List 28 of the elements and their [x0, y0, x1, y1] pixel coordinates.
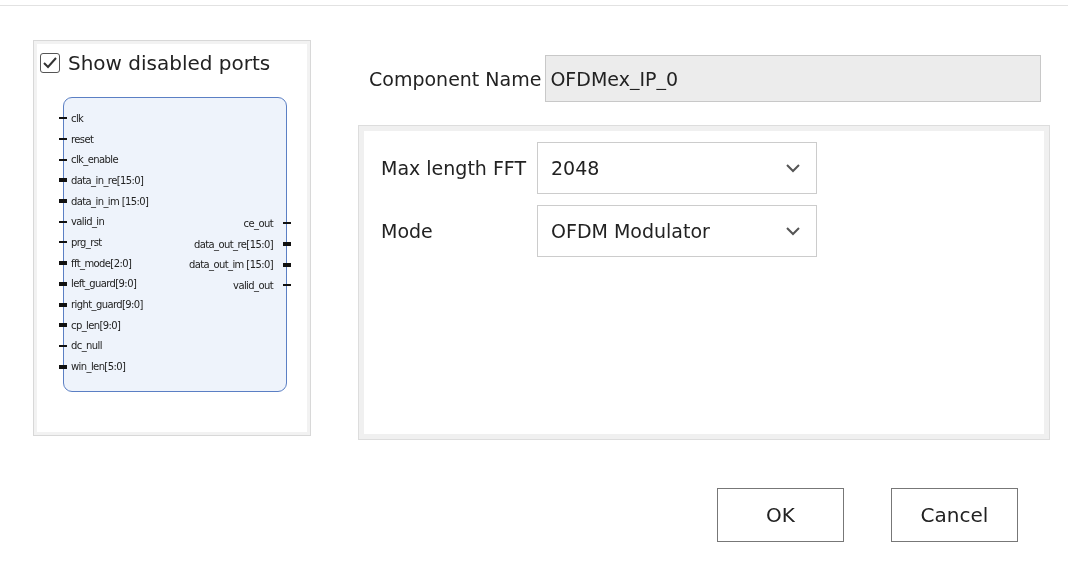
chevron-down-icon: [786, 226, 800, 236]
port-label: prg_rst: [71, 236, 102, 248]
port-label: fft_mode[2:0]: [71, 257, 132, 269]
port-label: data_in_im [15:0]: [71, 195, 149, 207]
checkbox-icon[interactable]: [40, 53, 60, 73]
port-label: left_guard[9:0]: [71, 278, 137, 290]
port-label: valid_in: [71, 216, 105, 228]
port-label: data_out_re[15:0]: [194, 238, 273, 250]
port-label: dc_null: [71, 340, 102, 352]
port-label: data_out_im [15:0]: [188, 259, 273, 271]
port-label: data_in_re[15:0]: [71, 174, 144, 186]
param-label: Mode: [381, 220, 434, 242]
param-label: Max length FFT: [381, 157, 528, 179]
param-dropdown[interactable]: 2048: [537, 142, 817, 194]
port-label: win_len[5:0]: [71, 361, 126, 373]
port-label: ce_out: [243, 217, 273, 229]
component-name-field[interactable]: OFDMex_IP_0: [545, 55, 1041, 102]
port-label: valid_out: [233, 279, 273, 291]
dialog-button[interactable]: OK: [717, 488, 844, 542]
param-dropdown[interactable]: OFDM Modulator: [537, 205, 817, 257]
port-label: reset: [71, 133, 94, 145]
component-name-label: Component Name: [369, 67, 542, 90]
chevron-down-icon: [786, 163, 800, 173]
port-label: right_guard[9:0]: [71, 299, 143, 311]
port-label: cp_len[9:0]: [71, 319, 121, 331]
dialog-button[interactable]: Cancel: [891, 488, 1018, 542]
port-label: clk_enable: [71, 154, 118, 166]
port-label: clk: [71, 112, 84, 124]
